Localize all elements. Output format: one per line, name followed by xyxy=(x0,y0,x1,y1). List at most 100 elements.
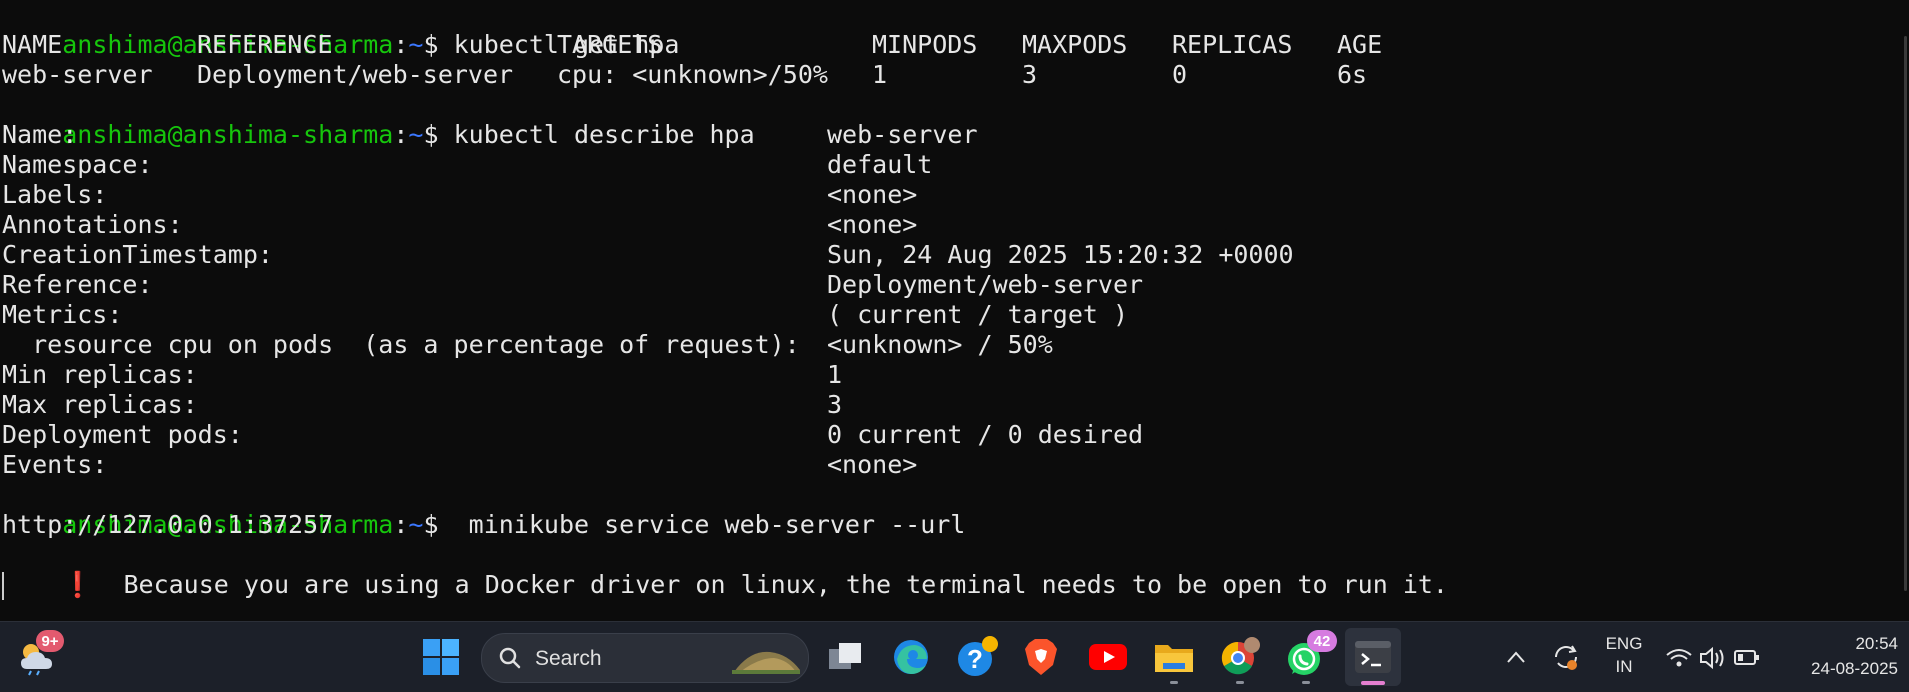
prompt-line-1: anshima@anshima-sharma:~$ kubectl get hp… xyxy=(2,0,679,59)
describe-row: Deployment pods: 0 current / 0 desired xyxy=(2,420,1402,450)
header-reference: REFERENCE xyxy=(197,30,333,59)
language-code: ENG xyxy=(1605,634,1643,653)
volume-icon xyxy=(1700,646,1724,670)
get-help-app[interactable]: ? xyxy=(954,634,1000,680)
running-indicator xyxy=(1170,681,1178,684)
active-indicator xyxy=(1361,681,1385,685)
running-indicator xyxy=(1302,681,1310,684)
hpa-table-header: NAME REFERENCE TARGETS MINPODS MAXPODS R… xyxy=(2,30,1402,60)
chrome-app[interactable] xyxy=(1217,634,1263,684)
search-label: Search xyxy=(535,647,602,670)
describe-value: Deployment/web-server xyxy=(827,270,1144,299)
edge-app[interactable] xyxy=(888,634,934,680)
whatsapp-app[interactable]: 42 xyxy=(1283,630,1337,684)
describe-key: Annotations: xyxy=(2,210,183,239)
taskbar-search[interactable]: Search xyxy=(481,633,809,683)
region-code: IN xyxy=(1615,657,1633,676)
search-highlight-icon xyxy=(732,651,800,674)
folder-icon xyxy=(1155,645,1193,672)
describe-row: Metrics: ( current / target ) xyxy=(2,300,1402,330)
describe-key: Max replicas: xyxy=(2,390,198,419)
describe-row: CreationTimestamp: Sun, 24 Aug 2025 15:20… xyxy=(2,240,1402,270)
edge-icon xyxy=(894,640,928,674)
text-cursor xyxy=(2,572,4,600)
youtube-app[interactable] xyxy=(1085,634,1131,680)
describe-row: Name: web-server xyxy=(2,120,1402,150)
help-icon: ? xyxy=(958,636,998,676)
prompt-dollar: $ xyxy=(423,510,439,539)
header-targets: TARGETS xyxy=(557,30,663,59)
battery-icon xyxy=(1734,650,1759,665)
describe-row: Namespace: default xyxy=(2,150,1402,180)
url-output: http://127.0.0.1:37257 xyxy=(2,510,334,539)
describe-value: web-server xyxy=(827,120,978,149)
warning-text: Because you are using a Docker driver on… xyxy=(93,570,1448,599)
chevron-up-icon xyxy=(1507,651,1525,663)
terminal-icon xyxy=(1355,641,1391,673)
describe-row: Annotations: <none> xyxy=(2,210,1402,240)
clock-date: 24-08-2025 xyxy=(1811,659,1898,678)
describe-key: Metrics: xyxy=(2,300,123,329)
weather-widget[interactable]: 9+ xyxy=(14,630,64,680)
describe-value: <none> xyxy=(827,180,918,209)
describe-key: Reference: xyxy=(2,270,153,299)
describe-row: Events: <none> xyxy=(2,450,1402,480)
system-tray-icons xyxy=(1666,646,1759,670)
describe-row: Min replicas: 1 xyxy=(2,360,1402,390)
running-indicator xyxy=(1236,681,1244,684)
windows-logo-icon xyxy=(423,639,459,675)
brave-icon xyxy=(1025,639,1057,675)
weather-badge: 9+ xyxy=(36,630,64,652)
describe-key: CreationTimestamp: xyxy=(2,240,273,269)
header-minpods: MINPODS xyxy=(872,30,978,59)
prompt-sep: : xyxy=(393,510,409,539)
youtube-icon xyxy=(1089,644,1127,670)
describe-value: ( current / target ) xyxy=(827,300,1129,329)
describe-value: <none> xyxy=(827,450,918,479)
task-view-icon xyxy=(829,643,861,669)
cell-age: 6s xyxy=(1337,60,1368,89)
taskbar: 9+ Search ? 42 ENG IN 20:54 24-08-2025 xyxy=(0,621,1909,692)
cell-name: web-server xyxy=(2,60,153,89)
exclamation-icon: ❗ xyxy=(62,570,94,599)
header-age: AGE xyxy=(1337,30,1383,59)
describe-key: resource cpu on pods (as a percentage of… xyxy=(2,330,800,359)
prompt-path: ~ xyxy=(408,510,424,539)
language-indicator[interactable]: ENG IN xyxy=(1594,634,1654,677)
describe-value: <unknown> / 50% xyxy=(827,330,1053,359)
describe-key: Min replicas: xyxy=(2,360,198,389)
cell-minpods: 1 xyxy=(872,60,888,89)
describe-row: Max replicas: 3 xyxy=(2,390,1402,420)
describe-value: <none> xyxy=(827,210,918,239)
describe-key: Deployment pods: xyxy=(2,420,243,449)
header-maxpods: MAXPODS xyxy=(1022,30,1128,59)
brave-app[interactable] xyxy=(1018,634,1064,680)
sync-status[interactable] xyxy=(1543,634,1589,680)
describe-row: Reference: Deployment/web-server xyxy=(2,270,1402,300)
show-hidden-icons[interactable] xyxy=(1493,634,1539,680)
terminal-window[interactable]: anshima@anshima-sharma:~$ kubectl get hp… xyxy=(0,0,1909,621)
describe-value: default xyxy=(827,150,933,179)
header-name: NAME xyxy=(2,30,63,59)
command-text: minikube service web-server --url xyxy=(438,510,966,539)
clock[interactable]: 20:54 24-08-2025 xyxy=(1780,634,1898,679)
whatsapp-badge: 42 xyxy=(1307,630,1337,652)
hpa-table-row: web-server Deployment/web-server cpu: <u… xyxy=(2,60,1402,90)
describe-row: resource cpu on pods (as a percentage of… xyxy=(2,330,1402,360)
scrollbar[interactable] xyxy=(1904,36,1907,591)
wifi-icon xyxy=(1666,649,1692,667)
warning-line: ❗ Because you are using a Docker driver … xyxy=(2,540,1448,599)
prompt-line-3: anshima@anshima-sharma:~$ minikube servi… xyxy=(2,480,965,539)
quick-settings[interactable] xyxy=(1660,634,1770,680)
terminal-app[interactable] xyxy=(1345,628,1401,686)
describe-key: Labels: xyxy=(2,180,108,209)
cell-reference: Deployment/web-server xyxy=(197,60,514,89)
describe-value: 0 current / 0 desired xyxy=(827,420,1144,449)
start-button[interactable] xyxy=(418,634,464,680)
cell-targets: cpu: <unknown>/50% xyxy=(557,60,828,89)
task-view-button[interactable] xyxy=(822,634,868,680)
svg-text:?: ? xyxy=(967,644,983,674)
describe-row: Labels: <none> xyxy=(2,180,1402,210)
cell-replicas: 0 xyxy=(1172,60,1188,89)
file-explorer-app[interactable] xyxy=(1151,634,1197,684)
